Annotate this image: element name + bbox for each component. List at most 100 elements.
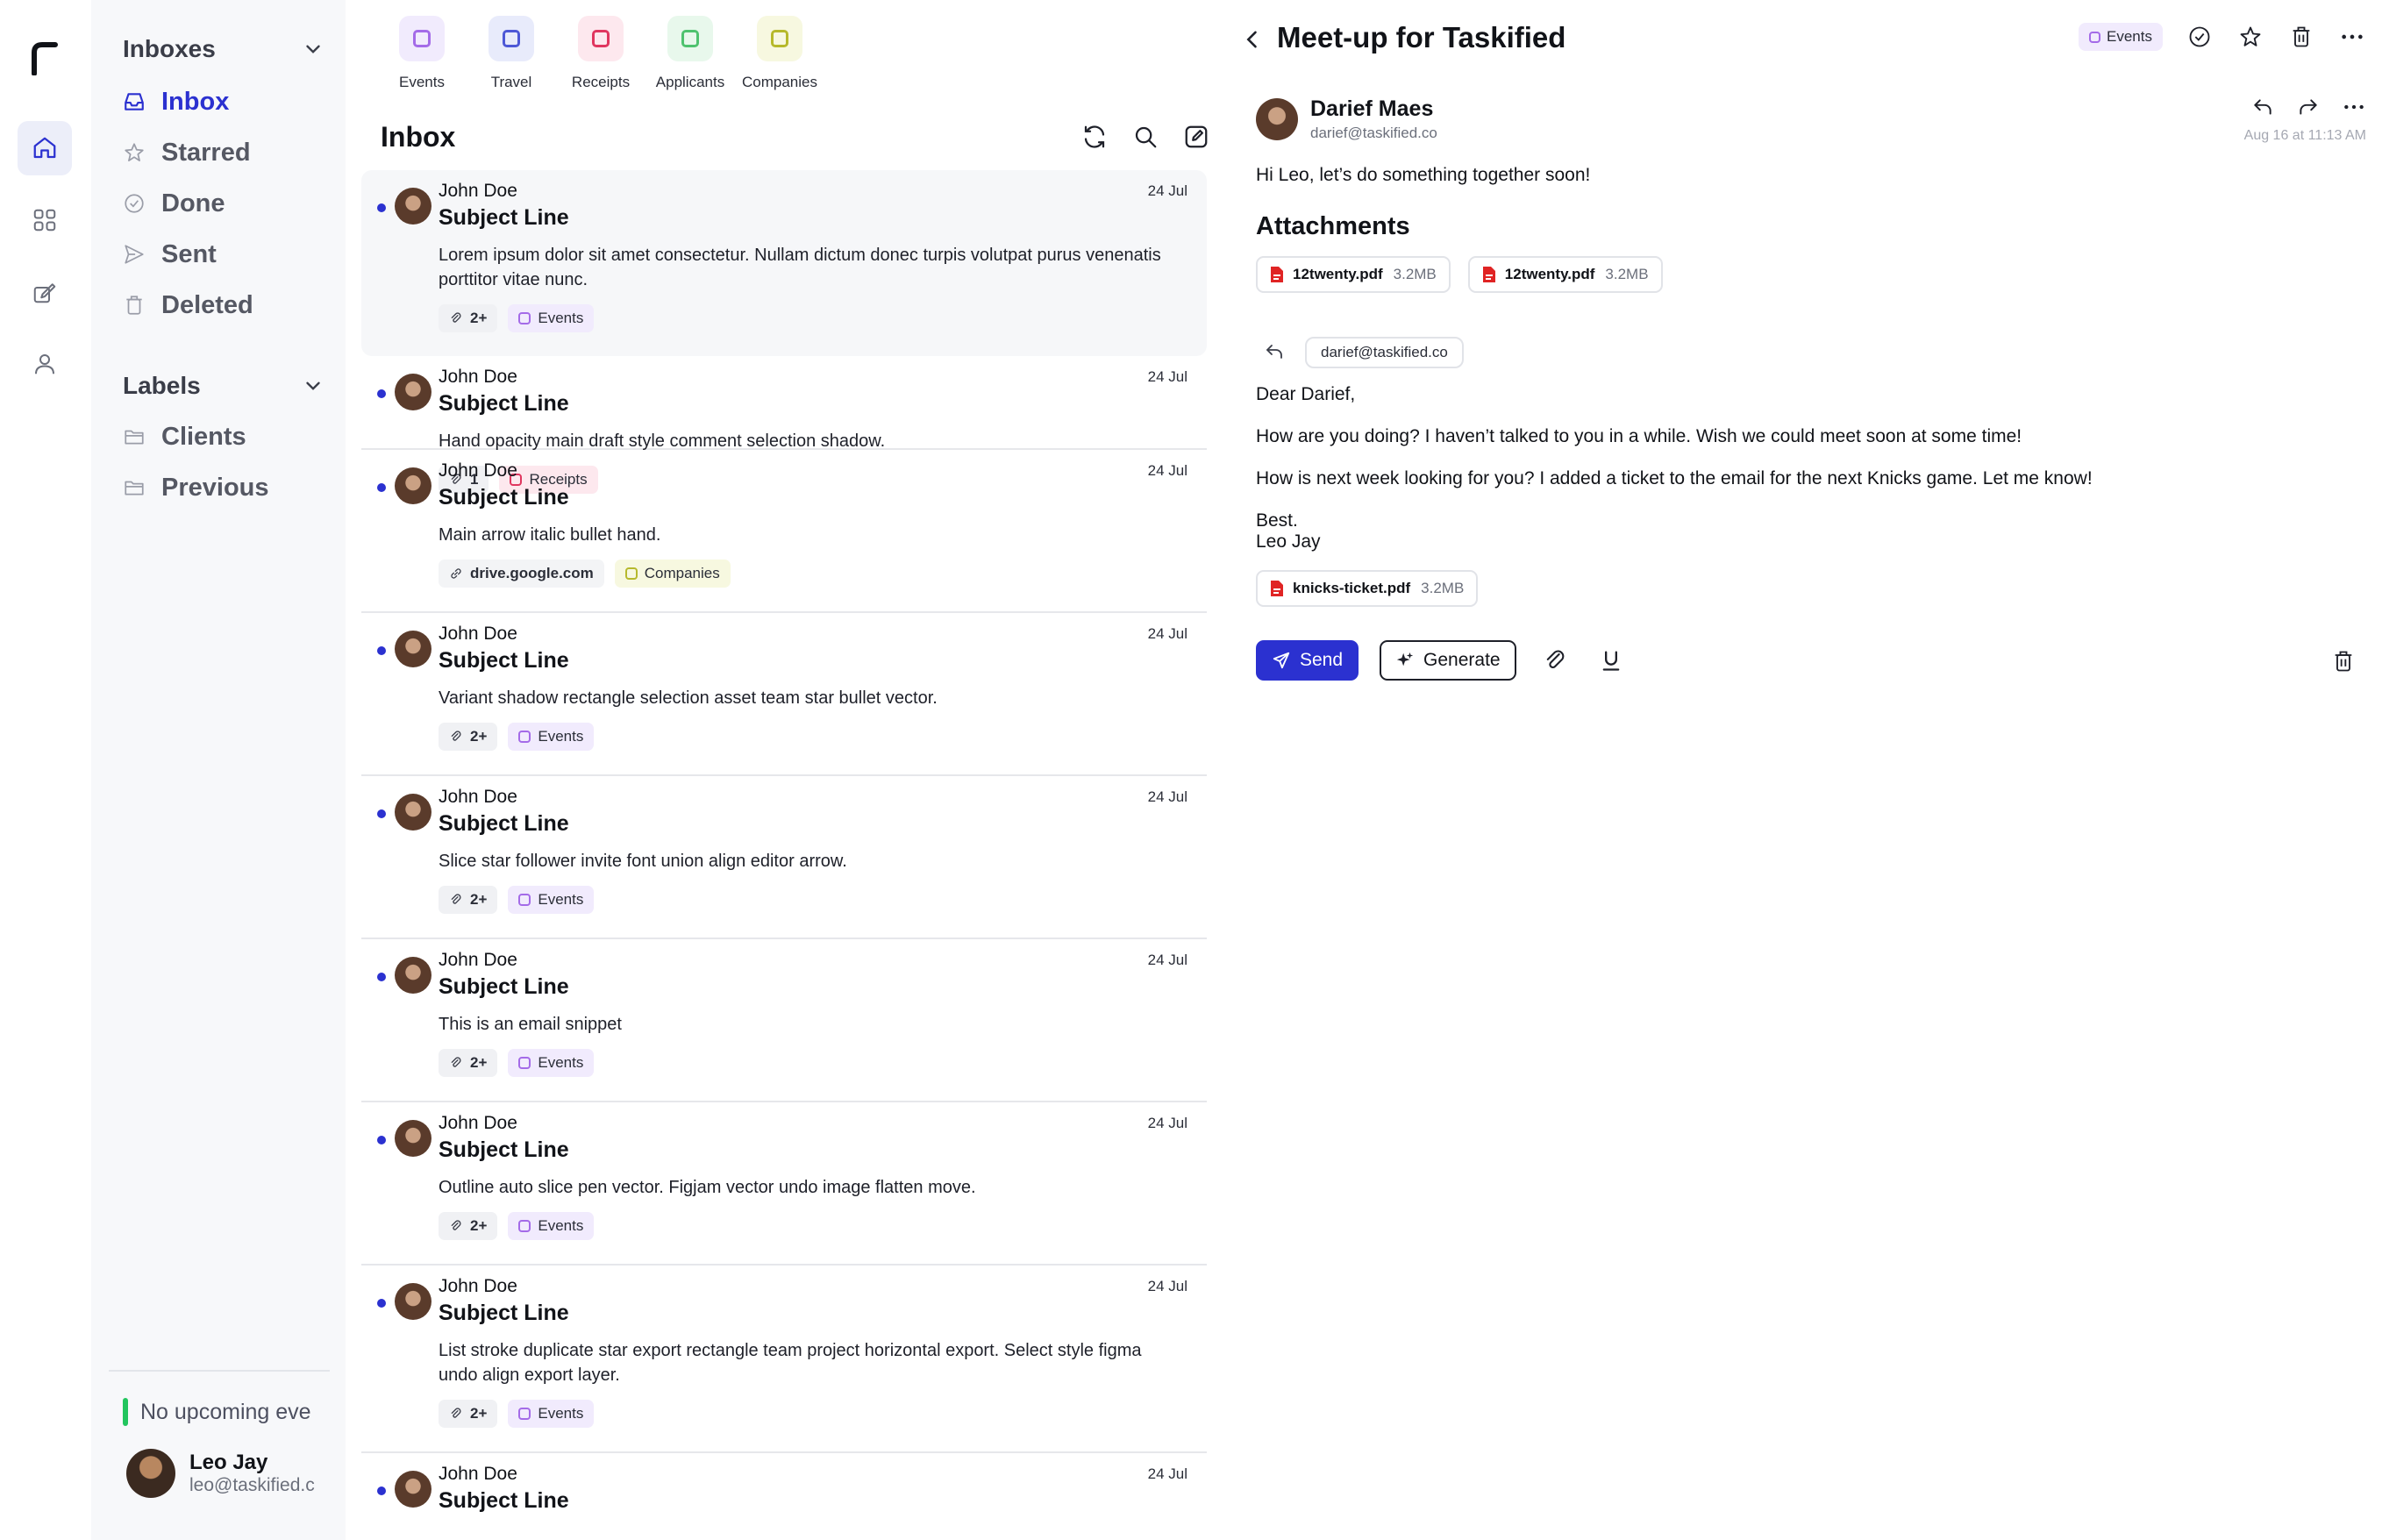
underline-button[interactable] [1594, 643, 1629, 678]
generate-button[interactable]: Generate [1380, 640, 1516, 681]
app-logo [32, 42, 58, 75]
paperclip-icon [449, 730, 463, 744]
avatar [395, 1471, 431, 1508]
inboxes-section-header[interactable]: Inboxes [123, 32, 324, 67]
attach-file-button[interactable] [1537, 643, 1573, 678]
reply-editor[interactable]: Dear Darief, How are you doing? I haven’… [1256, 384, 2308, 607]
attachment-size: 3.2MB [1421, 580, 1465, 596]
more-options-button[interactable] [2338, 23, 2366, 51]
reading-pane: Meet-up for Taskified Events Darief Maes… [1226, 0, 2382, 1540]
refresh-button[interactable] [1080, 123, 1109, 151]
avatar [395, 631, 431, 667]
square-icon [518, 1057, 531, 1069]
email-row[interactable]: John Doe 24 Jul Subject Line Hand opacit… [361, 356, 1207, 494]
avatar [126, 1449, 175, 1498]
square-icon [518, 1220, 531, 1232]
discard-draft-button[interactable] [2329, 647, 2357, 675]
recipient-chip[interactable]: darief@taskified.co [1305, 337, 1464, 368]
attachment-file[interactable]: 12twenty.pdf 3.2MB [1467, 256, 1663, 293]
reply-icon [1266, 345, 1282, 359]
search-button[interactable] [1131, 123, 1159, 151]
sidebar-item-deleted[interactable]: Deleted [123, 286, 324, 324]
attachment-count-chip: 2+ [439, 304, 498, 332]
user-name: Leo Jay [189, 1451, 268, 1474]
email-list-pane: Events Travel Receipts Applicants Compan… [346, 0, 1226, 1540]
attachment-count: 2+ [470, 1217, 488, 1234]
rail-compose-button[interactable] [18, 265, 72, 319]
email-row[interactable]: John Doe 24 Jul Subject Line Slice star … [361, 776, 1207, 939]
email-title: Meet-up for Taskified [1277, 21, 1566, 53]
attachment-count: 2+ [470, 1054, 488, 1071]
category-label: Events [399, 74, 445, 90]
rail-home-button[interactable] [18, 121, 72, 175]
email-sender: John Doe [439, 1464, 517, 1484]
message-actions [2250, 95, 2366, 119]
sidebar-label-previous[interactable]: Previous [123, 468, 324, 507]
forward-button[interactable] [2296, 95, 2321, 119]
inbox-icon [123, 90, 146, 113]
label-chip-text: Events [538, 310, 584, 326]
email-rows: John Doe 24 Jul Subject Line Lorem ipsum… [361, 170, 1207, 1540]
paperclip-icon [449, 893, 463, 907]
email-subject: Subject Line [439, 1137, 569, 1162]
delete-button[interactable] [2287, 23, 2315, 51]
folder-icon [123, 425, 146, 448]
home-icon [33, 137, 56, 159]
email-snippet: Main arrow italic bullet hand. [439, 525, 661, 545]
avatar [395, 957, 431, 994]
email-row[interactable]: John Doe 24 Jul Subject Line Variant sha… [361, 613, 1207, 776]
email-row[interactable]: John Doe 24 Jul Subject Line List stroke… [361, 1266, 1207, 1453]
email-date: 24 Jul [1147, 182, 1187, 199]
inboxes-label: Inboxes [123, 35, 216, 62]
reply-mode-toggle[interactable] [1261, 339, 1287, 365]
sidebar-item-inbox[interactable]: Inbox [123, 82, 324, 121]
unread-dot [377, 973, 386, 981]
category-events[interactable]: Events [377, 16, 467, 91]
category-bar: Events Travel Receipts Applicants Compan… [377, 16, 824, 91]
star-button[interactable] [2236, 23, 2264, 51]
email-row[interactable]: John Doe 24 Jul Subject Line Outline aut… [361, 1102, 1207, 1266]
compose-button[interactable] [1182, 123, 1210, 151]
back-button[interactable] [1238, 25, 1266, 54]
account-switcher[interactable]: Leo Jay leo@taskified.co [126, 1445, 315, 1501]
category-companies[interactable]: Companies [735, 16, 824, 91]
category-label: Applicants [655, 74, 725, 90]
reply-attachment[interactable]: knicks-ticket.pdf 3.2MB [1256, 570, 1479, 607]
sidebar-item-done[interactable]: Done [123, 184, 324, 223]
sidebar-label-clients[interactable]: Clients [123, 417, 324, 456]
reply-button[interactable] [2250, 95, 2275, 119]
avatar [395, 467, 431, 504]
sidebar-item-label: Sent [161, 239, 217, 268]
label-chip: Events [508, 1400, 595, 1428]
attachment-file[interactable]: 12twenty.pdf 3.2MB [1256, 256, 1451, 293]
sidebar-item-starred[interactable]: Starred [123, 133, 324, 172]
event-status-bar [123, 1398, 128, 1426]
labels-section-header[interactable]: Labels [123, 368, 324, 403]
message-more-button[interactable] [2342, 95, 2366, 119]
sidebar-item-sent[interactable]: Sent [123, 235, 324, 274]
email-row[interactable]: John Doe 24 Jul Subject Line This is an … [361, 939, 1207, 1102]
square-icon [518, 312, 531, 324]
label-chip[interactable]: Events [2079, 23, 2163, 51]
send-button[interactable]: Send [1256, 640, 1359, 681]
message-body: Hi Leo, let’s do something together soon… [1256, 165, 1591, 185]
avatar [395, 1283, 431, 1320]
unread-dot [377, 203, 386, 212]
sender-email: darief@taskified.co [1310, 125, 1437, 141]
more-horizontal-icon [2344, 104, 2364, 110]
email-row[interactable]: John Doe 24 Jul Subject Line Main arrow … [361, 450, 1207, 613]
reply-salutation: Dear Darief, [1256, 384, 1356, 404]
mark-done-button[interactable] [2186, 23, 2214, 51]
category-travel[interactable]: Travel [467, 16, 556, 91]
email-row[interactable]: John Doe 24 Jul Subject Line [361, 1453, 1207, 1540]
category-applicants[interactable]: Applicants [645, 16, 735, 91]
email-row[interactable]: John Doe 24 Jul Subject Line Lorem ipsum… [361, 170, 1207, 356]
sparkle-icon [1396, 652, 1414, 667]
square-icon [413, 30, 431, 47]
attachment-count-chip: 2+ [439, 723, 498, 751]
link-chip[interactable]: drive.google.com [439, 560, 604, 588]
rail-apps-button[interactable] [18, 193, 72, 247]
rail-profile-button[interactable] [18, 337, 72, 391]
sidebar-label-text: Previous [161, 473, 269, 502]
category-receipts[interactable]: Receipts [556, 16, 645, 91]
